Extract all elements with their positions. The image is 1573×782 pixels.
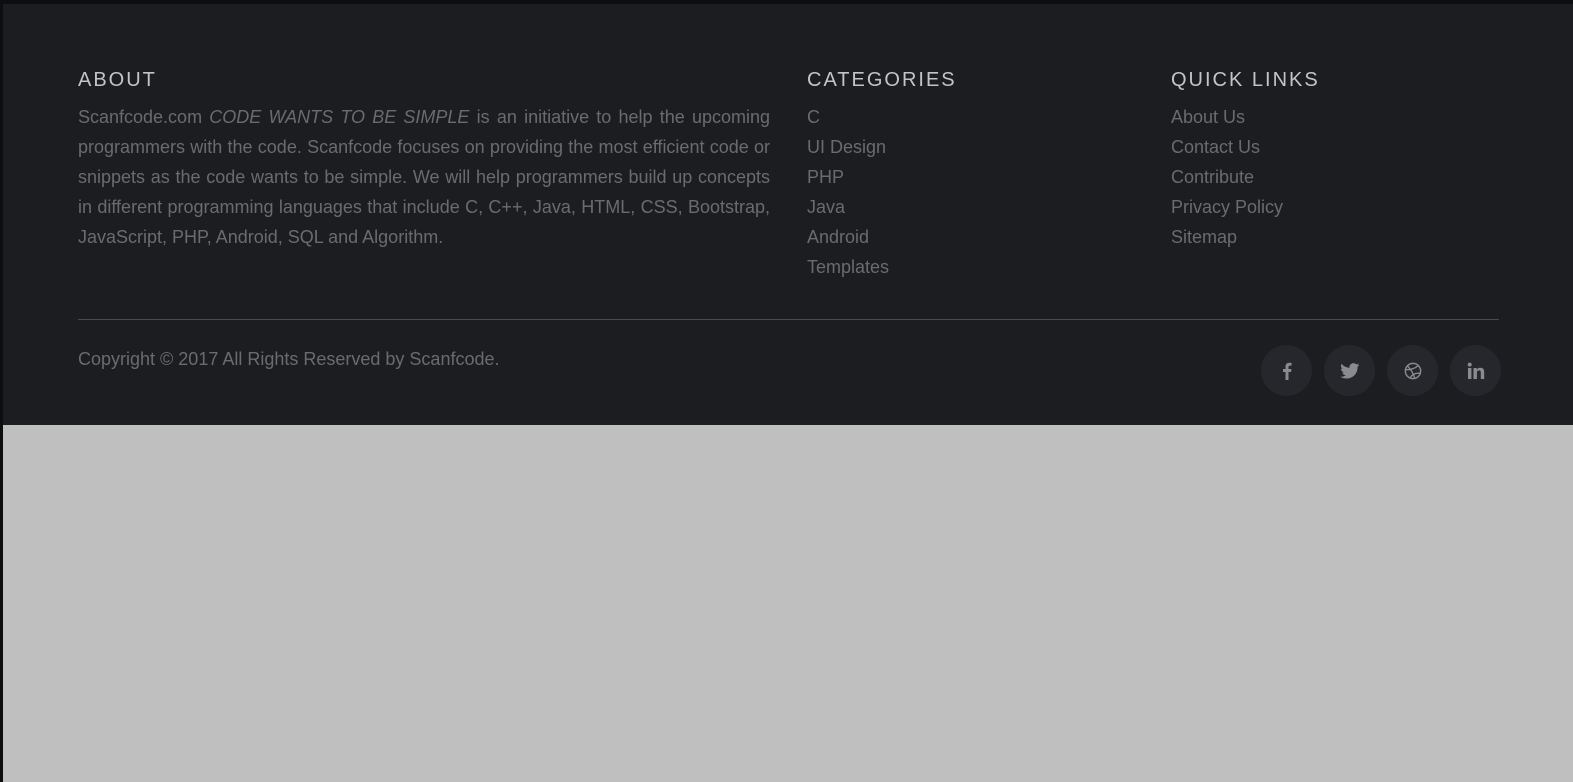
site-footer: ABOUT Scanfcode.com CODE WANTS TO BE SIM…: [3, 4, 1573, 425]
twitter-button[interactable]: [1324, 345, 1375, 396]
quick-links-list: About Us Contact Us Contribute Privacy P…: [1171, 102, 1283, 252]
brand-name: Scanfcode.com: [78, 107, 203, 127]
quick-link-contact-us[interactable]: Contact Us: [1171, 132, 1283, 162]
social-icons: [1261, 345, 1501, 396]
quick-link-contribute[interactable]: Contribute: [1171, 162, 1283, 192]
tagline: CODE WANTS TO BE SIMPLE: [209, 107, 470, 127]
about-heading: ABOUT: [78, 69, 157, 91]
category-link-c[interactable]: C: [807, 102, 889, 132]
dribbble-icon: [1404, 362, 1422, 380]
category-link-php[interactable]: PHP: [807, 162, 889, 192]
twitter-icon: [1339, 362, 1360, 379]
quick-link-privacy-policy[interactable]: Privacy Policy: [1171, 192, 1283, 222]
quick-link-about-us[interactable]: About Us: [1171, 102, 1283, 132]
page: ABOUT Scanfcode.com CODE WANTS TO BE SIM…: [3, 4, 1573, 782]
about-body: is an initiative to help the upcoming pr…: [78, 107, 770, 247]
categories-list: C UI Design PHP Java Android Templates: [807, 102, 889, 282]
quick-link-sitemap[interactable]: Sitemap: [1171, 222, 1283, 252]
quick-links-heading: QUICK LINKS: [1171, 69, 1320, 91]
category-link-templates[interactable]: Templates: [807, 252, 889, 282]
category-link-java[interactable]: Java: [807, 192, 889, 222]
dribbble-button[interactable]: [1387, 345, 1438, 396]
footer-divider: [78, 319, 1499, 320]
linkedin-icon: [1467, 362, 1485, 380]
categories-heading: CATEGORIES: [807, 69, 957, 91]
facebook-icon: [1282, 362, 1292, 380]
about-description: Scanfcode.com CODE WANTS TO BE SIMPLE is…: [78, 102, 770, 252]
facebook-button[interactable]: [1261, 345, 1312, 396]
linkedin-button[interactable]: [1450, 345, 1501, 396]
copyright-text: Copyright © 2017 All Rights Reserved by …: [78, 349, 500, 369]
category-link-android[interactable]: Android: [807, 222, 889, 252]
category-link-ui-design[interactable]: UI Design: [807, 132, 889, 162]
